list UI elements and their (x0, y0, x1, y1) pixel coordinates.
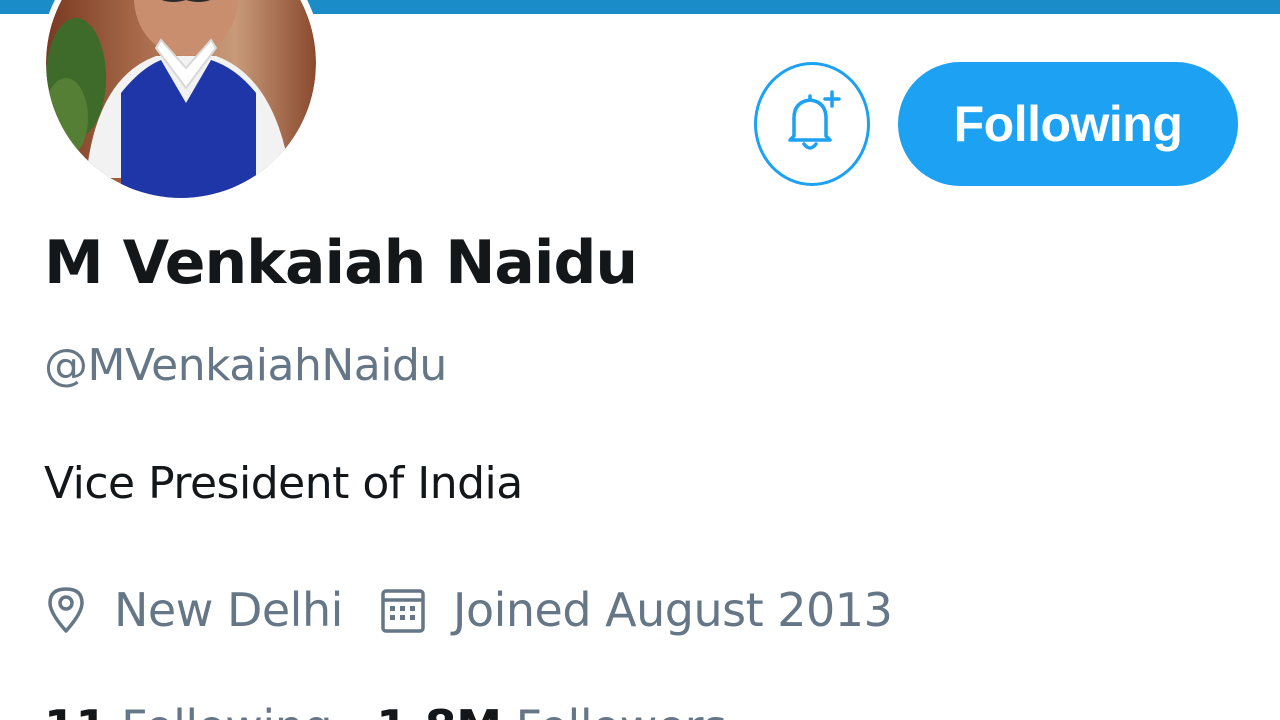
followers-stat[interactable]: 1.8M Followers (376, 700, 727, 720)
location-pin-icon (44, 585, 88, 635)
followers-stat-label: Followers (516, 700, 727, 720)
following-stat[interactable]: 11 Following (44, 700, 346, 720)
followers-count: 1.8M (376, 700, 502, 720)
location-text: New Delhi (114, 583, 343, 637)
avatar-photo (46, 0, 316, 198)
follow-stats: 11 Following 1.8M Followers (44, 700, 757, 720)
following-stat-label: Following (121, 700, 332, 720)
following-count: 11 (44, 700, 108, 720)
profile-meta: New Delhi Joined August 2013 (44, 578, 893, 642)
display-name: M Venkaiah Naidu (44, 228, 638, 298)
following-button-label: Following (953, 96, 1183, 152)
joined-date: Joined August 2013 (379, 583, 893, 637)
profile-page: Following M Venkaiah Naidu @MVenkaiahNai… (0, 0, 1280, 720)
user-bio: Vice President of India (44, 458, 523, 509)
calendar-icon (379, 585, 427, 635)
location: New Delhi (44, 583, 343, 637)
user-handle: @MVenkaiahNaidu (44, 340, 447, 391)
bell-plus-icon (772, 82, 852, 167)
notification-bell-button[interactable] (754, 62, 870, 186)
avatar[interactable] (40, 0, 322, 204)
following-button[interactable]: Following (898, 62, 1238, 186)
joined-text: Joined August 2013 (452, 583, 893, 637)
